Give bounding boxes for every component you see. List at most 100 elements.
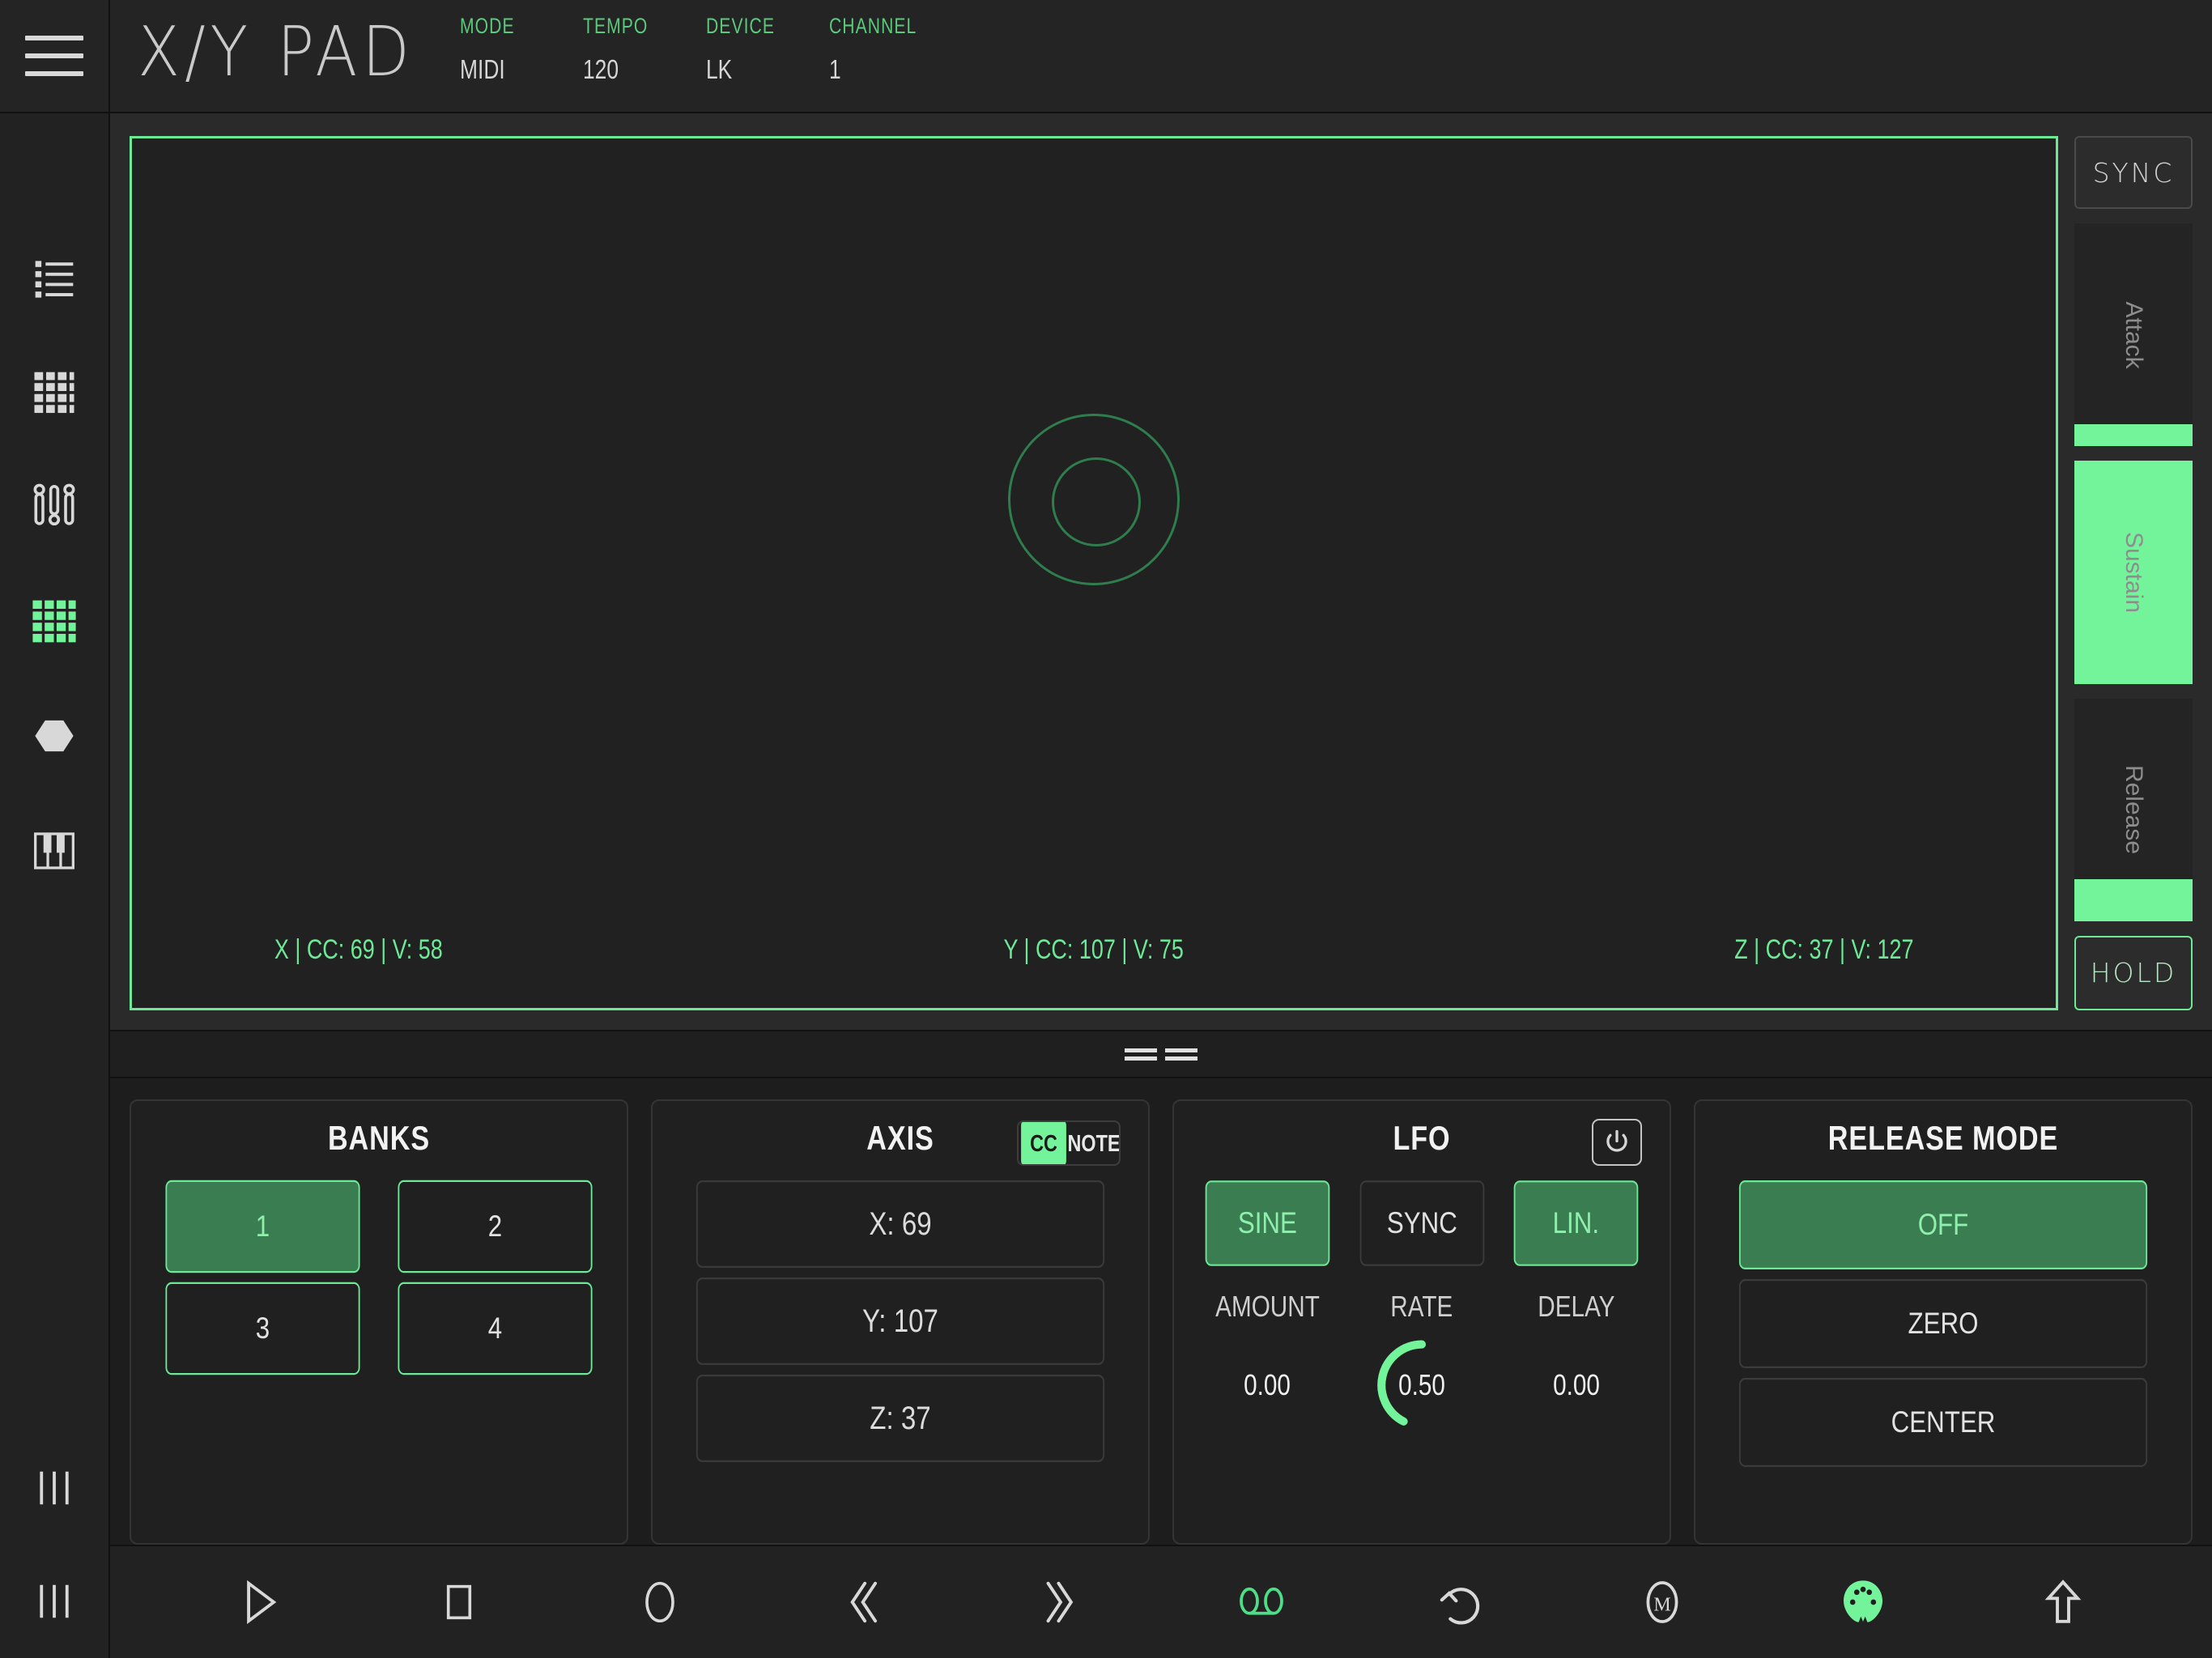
- lfo-rate-knob-cell: RATE 0.50: [1355, 1290, 1490, 1431]
- sidebar-item-piano[interactable]: [0, 793, 109, 908]
- meta-mode: MODE MIDI: [460, 15, 583, 86]
- app-header: X/Y PAD MODE MIDI TEMPO 120 DEVICE LK CH…: [110, 0, 2212, 113]
- transport-rewind-button[interactable]: [760, 1545, 961, 1658]
- envelope-strip: SYNC Attack Sustain Release HOLD: [2074, 136, 2193, 1010]
- record-icon: [645, 1581, 674, 1623]
- note-toggle-option[interactable]: NOTE: [1068, 1122, 1119, 1164]
- sustain-slider[interactable]: Sustain: [2074, 461, 2193, 684]
- lfo-amount-value: 0.00: [1244, 1368, 1291, 1401]
- lfo-amount-label: AMOUNT: [1214, 1290, 1320, 1323]
- transport-midi-button[interactable]: [1763, 1545, 1963, 1658]
- axis-row-x[interactable]: X: 69: [696, 1180, 1105, 1268]
- sidebar-footer-button[interactable]: [0, 1431, 109, 1545]
- lfo-curve-lin-button[interactable]: LIN.: [1514, 1180, 1639, 1266]
- meta-device-value[interactable]: LK: [706, 55, 815, 86]
- piano-icon: [34, 832, 74, 869]
- lfo-delay-knob[interactable]: 0.00: [1531, 1340, 1622, 1431]
- bank-button-grid: 1 2 3 4: [157, 1180, 601, 1375]
- meta-tempo-label: TEMPO: [582, 15, 649, 39]
- readout-x: X | CC: 69 | V: 58: [274, 933, 443, 966]
- release-mode-panel: RELEASE MODE OFF ZERO CENTER: [1694, 1099, 2193, 1545]
- release-slider[interactable]: Release: [2074, 698, 2193, 921]
- page-title: X/Y PAD: [138, 11, 415, 92]
- drag-handle-icon[interactable]: [1125, 1044, 1197, 1065]
- release-mode-zero-button[interactable]: ZERO: [1738, 1279, 2148, 1368]
- grid-icon: [34, 372, 74, 414]
- meta-tempo-value[interactable]: 120: [583, 55, 691, 86]
- lfo-rate-knob[interactable]: 0.50: [1376, 1340, 1467, 1431]
- meta-channel-value[interactable]: 1: [829, 55, 938, 86]
- release-mode-center-button[interactable]: CENTER: [1738, 1378, 2148, 1467]
- undo-icon: [1440, 1588, 1480, 1625]
- axis-row-z[interactable]: Z: 37: [696, 1375, 1105, 1462]
- lfo-panel: LFO SINE SYNC LIN. AMOUNT 0.00 RATE 0.50…: [1172, 1099, 1671, 1545]
- sync-button[interactable]: SYNC: [2074, 136, 2193, 209]
- banks-panel: BANKS 1 2 3 4: [130, 1099, 628, 1545]
- hexagon-icon: [35, 720, 74, 752]
- panel-splitter[interactable]: [110, 1030, 2212, 1078]
- bank-button-1[interactable]: 1: [165, 1180, 360, 1273]
- lfo-mode-buttons: SINE SYNC LIN.: [1200, 1180, 1644, 1266]
- power-icon: [1606, 1129, 1627, 1152]
- hamburger-icon[interactable]: [25, 36, 83, 76]
- hold-button[interactable]: HOLD: [2074, 935, 2193, 1010]
- bank-button-4[interactable]: 4: [398, 1282, 593, 1375]
- bars-icon: [40, 1584, 69, 1618]
- sidebar-item-pad-grid[interactable]: [0, 563, 109, 678]
- meta-channel-label: CHANNEL: [828, 15, 917, 39]
- transport-bar: M: [110, 1545, 2212, 1658]
- transport-fastforward-button[interactable]: [960, 1545, 1161, 1658]
- sidebar-item-sliders[interactable]: [0, 449, 109, 563]
- transport-stop-button[interactable]: [359, 1545, 560, 1658]
- svg-text:M: M: [1653, 1595, 1670, 1616]
- transport-play-button[interactable]: [159, 1545, 359, 1658]
- transport-rail-button[interactable]: [0, 1545, 110, 1658]
- release-mode-options: OFF ZERO CENTER: [1721, 1180, 2165, 1467]
- transport-row: M: [0, 1545, 2212, 1658]
- meta-device: DEVICE LK: [705, 15, 829, 86]
- transport-record-button[interactable]: [559, 1545, 760, 1658]
- transport-upload-button[interactable]: [1963, 1545, 2163, 1658]
- cc-note-toggle[interactable]: CC NOTE: [1017, 1120, 1121, 1166]
- bank-button-2[interactable]: 2: [398, 1180, 593, 1273]
- stop-icon: [447, 1584, 472, 1620]
- axis-row-y[interactable]: Y: 107: [696, 1278, 1105, 1365]
- attack-slider-label: Attack: [2121, 300, 2147, 369]
- lfo-shape-sine-button[interactable]: SINE: [1205, 1180, 1330, 1266]
- xy-pad[interactable]: X | CC: 69 | V: 58 Y | CC: 107 | V: 75 Z…: [130, 136, 2058, 1010]
- meta-device-label: DEVICE: [705, 15, 775, 39]
- fastforward-icon: [1046, 1581, 1074, 1623]
- attack-slider[interactable]: Attack: [2074, 223, 2193, 447]
- bars-icon: [40, 1471, 69, 1505]
- xy-pad-cursor[interactable]: [1008, 413, 1180, 585]
- sidebar-item-hexagon[interactable]: [0, 678, 109, 793]
- loop-icon: [1239, 1587, 1283, 1615]
- menu-button[interactable]: [0, 0, 110, 113]
- meta-mode-value[interactable]: MIDI: [460, 55, 568, 86]
- app-root: X/Y PAD MODE MIDI TEMPO 120 DEVICE LK CH…: [0, 0, 2212, 1658]
- cc-toggle-option[interactable]: CC: [1021, 1122, 1066, 1164]
- transport-metronome-button[interactable]: M: [1562, 1545, 1763, 1658]
- sidebar-item-list[interactable]: [0, 219, 109, 334]
- panel-row: BANKS 1 2 3 4 AXIS CC NOTE X: 69 Y: 107 …: [110, 1078, 2212, 1545]
- release-slider-label: Release: [2121, 765, 2147, 855]
- bank-button-3[interactable]: 3: [165, 1282, 360, 1375]
- top-row: X/Y PAD MODE MIDI TEMPO 120 DEVICE LK CH…: [0, 0, 2212, 113]
- lfo-knob-row: AMOUNT 0.00 RATE 0.50 DELAY 0.00: [1200, 1290, 1644, 1431]
- list-icon: [35, 261, 74, 298]
- release-mode-title: RELEASE MODE: [1827, 1120, 2059, 1158]
- sidebar-item-grid[interactable]: [0, 334, 109, 449]
- transport-undo-button[interactable]: [1362, 1545, 1563, 1658]
- lfo-power-button[interactable]: [1592, 1119, 1642, 1166]
- release-mode-off-button[interactable]: OFF: [1738, 1180, 2148, 1269]
- rewind-icon: [849, 1581, 877, 1623]
- lfo-amount-knob[interactable]: 0.00: [1222, 1340, 1312, 1431]
- lfo-rate-label: RATE: [1390, 1290, 1453, 1323]
- lfo-title: LFO: [1393, 1120, 1451, 1158]
- header-meta-group: MODE MIDI TEMPO 120 DEVICE LK CHANNEL 1: [460, 0, 952, 86]
- lfo-amount-knob-cell: AMOUNT 0.00: [1200, 1290, 1335, 1431]
- lfo-sync-button[interactable]: SYNC: [1359, 1180, 1484, 1266]
- transport-loop-button[interactable]: [1161, 1545, 1362, 1658]
- midi-din-icon: [1843, 1580, 1882, 1622]
- axis-panel: AXIS CC NOTE X: 69 Y: 107 Z: 37: [651, 1099, 1150, 1545]
